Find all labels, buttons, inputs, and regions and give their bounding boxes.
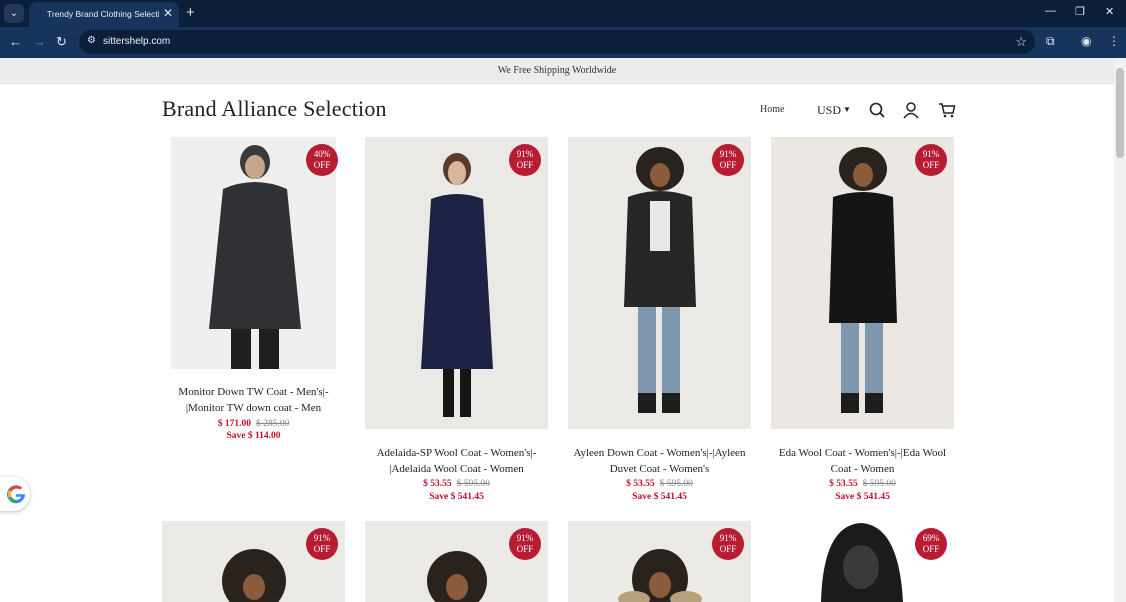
discount-badge: 91% OFF <box>509 144 541 176</box>
badge-off-label: OFF <box>313 543 331 554</box>
product-price: $ 53.55 $ 595.00 <box>365 479 548 489</box>
product-card[interactable]: 91% OFF Adelaida-SP Wool Coat - Women's|… <box>365 137 548 507</box>
extensions-icon[interactable]: ⧉ <box>1046 34 1055 49</box>
badge-off-label: OFF <box>719 543 737 554</box>
product-card[interactable]: 91% OFF Ayleen Down Coat - Women's|-|Ayl… <box>568 137 751 507</box>
badge-off-label: OFF <box>922 159 940 170</box>
new-tab-icon[interactable]: + <box>186 4 195 21</box>
menu-icon[interactable]: ⋮ <box>1108 34 1120 48</box>
savings-text: Save $ 541.45 <box>429 492 484 502</box>
close-window-icon[interactable]: ✕ <box>1105 5 1114 18</box>
browser-toolbar: ← → ↻ ⚙ sittershelp.com ☆ ⧉ ◉ ⋮ <box>0 27 1126 58</box>
tab-title: Trendy Brand Clothing Selection <box>47 9 159 19</box>
original-price: $ 595.00 <box>659 479 693 489</box>
site-info-icon[interactable]: ⚙ <box>87 35 96 46</box>
sale-price: $ 171.00 <box>217 419 251 429</box>
discount-badge: 91% OFF <box>712 144 744 176</box>
forward-icon[interactable]: → <box>33 34 46 49</box>
google-icon <box>7 485 26 504</box>
product-photo <box>624 147 696 413</box>
product-image[interactable] <box>365 137 548 429</box>
discount-badge: 91% OFF <box>712 528 744 560</box>
original-price: $ 285.00 <box>256 419 290 429</box>
product-name[interactable]: Eda Wool Coat - Women's|-|Eda Wool Coat … <box>771 446 954 477</box>
active-tab[interactable]: Trendy Brand Clothing Selection ✕ <box>29 2 179 27</box>
badge-percent: 91% <box>313 533 331 543</box>
discount-badge: 69% OFF <box>915 528 947 560</box>
badge-percent: 91% <box>516 149 534 159</box>
sale-price: $ 53.55 <box>626 479 655 489</box>
bookmark-star-icon[interactable]: ☆ <box>1015 34 1027 50</box>
badge-off-label: OFF <box>516 159 534 170</box>
announcement-bar: We Free Shipping Worldwide <box>0 58 1114 84</box>
nav-home-link[interactable]: Home <box>760 104 784 115</box>
discount-badge: 91% OFF <box>509 528 541 560</box>
search-icon[interactable] <box>868 101 886 119</box>
product-card[interactable]: 91% OFF <box>365 521 548 602</box>
address-bar[interactable]: ⚙ sittershelp.com ☆ <box>79 30 1035 54</box>
product-price: $ 53.55 $ 595.00 <box>568 479 751 489</box>
product-card[interactable]: 91% OFF <box>568 521 751 602</box>
badge-off-label: OFF <box>922 543 940 554</box>
badge-percent: 91% <box>922 149 940 159</box>
browser-tab-bar: ⌄ Trendy Brand Clothing Selection ✕ + — … <box>0 0 1126 27</box>
page-scrollbar[interactable] <box>1114 58 1126 602</box>
product-price: $ 53.55 $ 595.00 <box>771 479 954 489</box>
product-price: $ 171.00 $ 285.00 <box>162 419 345 429</box>
product-image[interactable] <box>771 137 954 429</box>
original-price: $ 595.00 <box>862 479 896 489</box>
original-price: $ 595.00 <box>456 479 490 489</box>
currency-selector[interactable]: USD <box>817 103 841 118</box>
google-reviews-badge[interactable] <box>0 477 30 511</box>
product-name[interactable]: Monitor Down TW Coat - Men's|-|Monitor T… <box>162 385 345 416</box>
scroll-thumb[interactable] <box>1116 68 1124 158</box>
product-card[interactable]: 69% OFF <box>771 521 954 602</box>
product-image[interactable] <box>568 137 751 429</box>
discount-badge: 91% OFF <box>915 144 947 176</box>
sale-price: $ 53.55 <box>423 479 452 489</box>
badge-off-label: OFF <box>719 159 737 170</box>
savings-text: Save $ 541.45 <box>632 492 687 502</box>
restore-icon[interactable]: ❐ <box>1075 5 1085 18</box>
discount-badge: 91% OFF <box>306 528 338 560</box>
badge-off-label: OFF <box>313 159 331 170</box>
product-name[interactable]: Ayleen Down Coat - Women's|-|Ayleen Duve… <box>568 446 751 477</box>
account-icon[interactable] <box>902 101 920 119</box>
badge-percent: 69% <box>922 533 940 543</box>
tab-search-icon[interactable]: ⌄ <box>4 4 24 23</box>
discount-badge: 40% OFF <box>306 144 338 176</box>
badge-percent: 40% <box>313 149 331 159</box>
savings-text: Save $ 114.00 <box>226 431 281 441</box>
badge-percent: 91% <box>719 149 737 159</box>
product-card[interactable]: 40% OFF Monitor Down TW Coat - Men's|-|M… <box>162 137 345 447</box>
badge-off-label: OFF <box>516 543 534 554</box>
savings-text: Save $ 541.45 <box>835 492 890 502</box>
caret-down-icon: ▼ <box>843 105 851 114</box>
minimize-icon[interactable]: — <box>1045 5 1056 17</box>
badge-percent: 91% <box>719 533 737 543</box>
badge-percent: 91% <box>516 533 534 543</box>
product-card[interactable]: 91% OFF <box>162 521 345 602</box>
profile-icon[interactable]: ◉ <box>1081 34 1091 48</box>
reload-icon[interactable]: ↻ <box>56 34 67 50</box>
url-text[interactable]: sittershelp.com <box>103 36 170 47</box>
brand-logo[interactable]: Brand Alliance Selection <box>162 96 387 122</box>
product-name[interactable]: Adelaida-SP Wool Coat - Women's|-|Adelai… <box>365 446 548 477</box>
cart-icon[interactable] <box>938 101 956 119</box>
sale-price: $ 53.55 <box>829 479 858 489</box>
close-tab-icon[interactable]: ✕ <box>163 6 173 20</box>
product-photo <box>421 153 493 417</box>
back-icon[interactable]: ← <box>9 34 22 49</box>
product-card[interactable]: 91% OFF Eda Wool Coat - Women's|-|Eda Wo… <box>771 137 954 507</box>
product-photo <box>829 147 897 413</box>
